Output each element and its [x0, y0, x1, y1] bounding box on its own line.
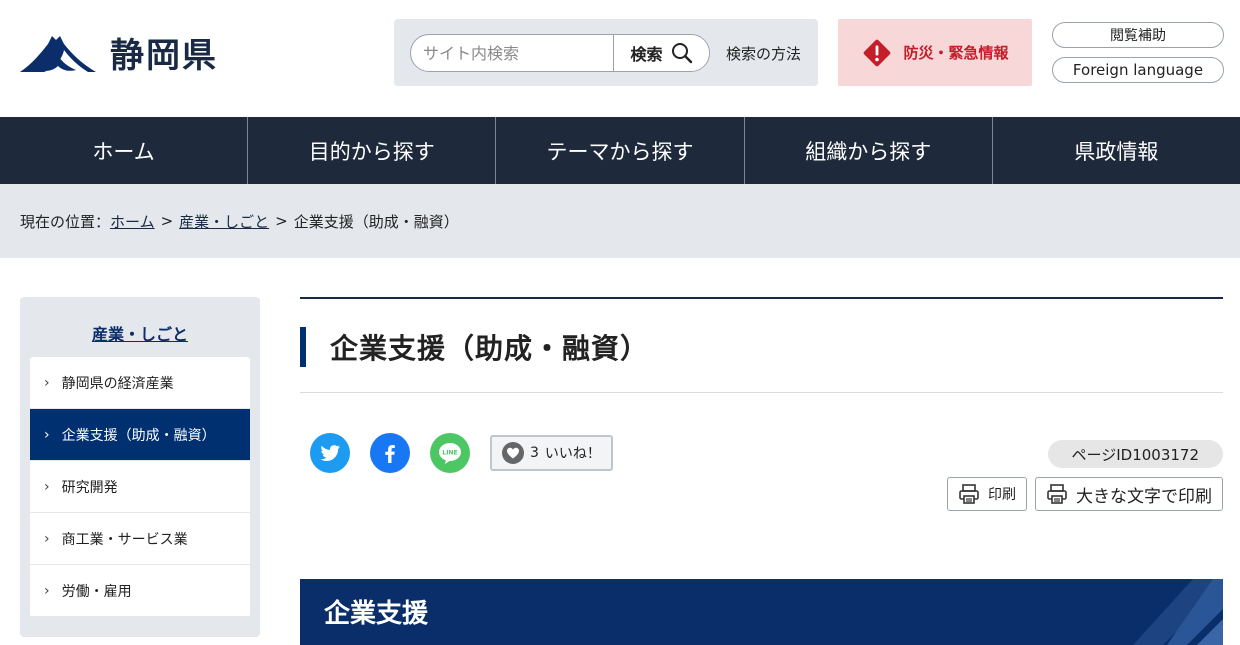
breadcrumb-prefix: 現在の位置： [20, 212, 111, 231]
sidebar-item-corporate-support[interactable]: › 企業支援（助成・融資） [30, 409, 250, 461]
diagonal-stripes-decoration [1133, 578, 1223, 645]
like-label: いいね！ [544, 446, 601, 462]
foreign-language-button[interactable]: Foreign language [1052, 57, 1224, 83]
nav-item-by-organization[interactable]: 組織から探す [743, 117, 992, 184]
print-large-label: 大きな文字で印刷 [1076, 486, 1212, 506]
sidebar-item-economy[interactable]: › 静岡県の経済産業 [30, 357, 250, 409]
sidebar-list: › 静岡県の経済産業 › 企業支援（助成・融資） › 研究開発 › 商工業・サー… [30, 357, 250, 617]
twitter-bird-icon [320, 445, 340, 461]
share-bar: LINE 3 いいね！ [310, 433, 613, 473]
nav-item-by-purpose[interactable]: 目的から探す [247, 117, 495, 184]
nav-item-home[interactable]: ホーム [0, 117, 247, 184]
main-content: 企業支援（助成・融資） LINE 3 いいね！ ページID1003172 印刷 … [300, 297, 1223, 645]
section-heading-text: 企業支援 [324, 599, 429, 630]
sidebar-item-commerce[interactable]: › 商工業・サービス業 [30, 513, 250, 565]
logo-text: 静岡県 [110, 35, 218, 76]
printer-icon [1047, 484, 1067, 504]
sidebar-item-label: 静岡県の経済産業 [61, 375, 174, 392]
breadcrumb: 現在の位置： ホーム > 産業・しごと > 企業支援（助成・融資） [0, 184, 1240, 258]
search-button[interactable]: 検索 [613, 35, 709, 71]
breadcrumb-link-industry[interactable]: 産業・しごと [179, 211, 269, 232]
sidebar-item-labor[interactable]: › 労働・雇用 [30, 565, 250, 617]
print-actions: 印刷 大きな文字で印刷 [947, 477, 1223, 511]
like-count: 3 [530, 445, 539, 461]
top-divider [300, 297, 1223, 299]
chevron-right-icon: › [44, 530, 50, 547]
sidebar-item-label: 商工業・サービス業 [61, 531, 188, 548]
printer-icon [959, 484, 979, 504]
disaster-info-label: 防災・緊急情報 [903, 44, 1009, 62]
sidebar-item-label: 企業支援（助成・融資） [61, 427, 216, 444]
chevron-right-icon: › [44, 426, 50, 443]
page-id-badge: ページID1003172 [1047, 440, 1223, 468]
line-icon: LINE [439, 443, 461, 464]
nav-item-prefectural-info[interactable]: 県政情報 [991, 117, 1240, 184]
breadcrumb-separator: > [275, 212, 288, 230]
print-label: 印刷 [988, 486, 1016, 502]
chevron-right-icon: › [44, 374, 50, 391]
line-share-button[interactable]: LINE [430, 433, 470, 473]
site-header: 静岡県 検索 検索の方法 防災・緊急情報 閲覧補助 Foreign langua… [0, 0, 1240, 117]
like-button[interactable]: 3 いいね！ [490, 435, 613, 471]
search-method-link[interactable]: 検索の方法 [726, 43, 801, 64]
print-large-text-button[interactable]: 大きな文字で印刷 [1035, 477, 1223, 511]
sidebar-item-research[interactable]: › 研究開発 [30, 461, 250, 513]
sidebar: 産業・しごと › 静岡県の経済産業 › 企業支援（助成・融資） › 研究開発 ›… [20, 297, 260, 637]
svg-text:LINE: LINE [442, 450, 457, 457]
warning-diamond-icon [864, 39, 891, 66]
breadcrumb-current: 企業支援（助成・融資） [293, 212, 459, 231]
search-panel: 検索 検索の方法 [394, 19, 818, 86]
accessibility-button[interactable]: 閲覧補助 [1052, 22, 1224, 48]
search-icon [671, 43, 692, 64]
breadcrumb-separator: > [160, 212, 174, 230]
nav-item-by-theme[interactable]: テーマから探す [495, 117, 743, 184]
breadcrumb-link-home[interactable]: ホーム [110, 211, 155, 232]
sidebar-title-link[interactable]: 産業・しごと [20, 321, 260, 345]
twitter-share-button[interactable] [310, 433, 350, 473]
search-button-label: 検索 [630, 45, 663, 64]
section-heading: 企業支援 [300, 578, 1223, 645]
sidebar-item-label: 研究開発 [61, 479, 118, 496]
global-nav: ホーム 目的から探す テーマから探す 組織から探す 県政情報 [0, 117, 1240, 184]
chevron-right-icon: › [44, 478, 50, 495]
search-box: 検索 [410, 34, 710, 72]
sidebar-item-label: 労働・雇用 [61, 583, 132, 600]
search-input[interactable] [411, 35, 613, 71]
chevron-right-icon: › [44, 582, 50, 599]
facebook-share-button[interactable] [370, 433, 410, 473]
shizuoka-logo-icon [20, 36, 96, 72]
print-button[interactable]: 印刷 [947, 477, 1027, 511]
title-divider [300, 392, 1223, 393]
site-logo[interactable]: 静岡県 [18, 26, 218, 78]
disaster-info-button[interactable]: 防災・緊急情報 [838, 19, 1032, 86]
heart-icon [502, 442, 524, 464]
page-title: 企業支援（助成・融資） [300, 327, 649, 367]
facebook-f-icon [385, 445, 395, 463]
